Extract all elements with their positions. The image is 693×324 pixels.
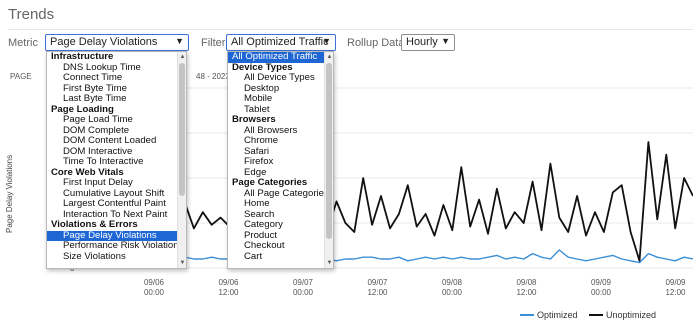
filter-group-header: Browsers (232, 114, 276, 125)
filter-option[interactable]: Checkout (228, 240, 333, 252)
filter-option[interactable]: Mobile (228, 93, 333, 105)
x-tick-label: 09/06 (218, 278, 239, 287)
x-tick-label: 09/08 (442, 278, 463, 287)
filter-label: Filter (201, 37, 226, 49)
filter-dropdown-list[interactable]: All Optimized Traffic Device Types All Dev… (227, 51, 334, 269)
scrollbar-thumb[interactable] (179, 63, 185, 196)
x-axis-ticks: 09/0600:0009/0612:0009/0700:0009/0712:00… (144, 278, 686, 297)
page-title: Trends (8, 6, 55, 23)
chevron-down-icon: ▼ (441, 36, 450, 46)
x-tick-label: 09/09 (591, 278, 612, 287)
x-tick-label: 12:00 (516, 288, 537, 297)
metric-group-header: Infrastructure (51, 51, 114, 62)
metric-option[interactable]: Page Load Time (47, 114, 186, 126)
filter-option[interactable]: Firefox (228, 156, 333, 168)
legend-label-optimized: Optimized (537, 310, 578, 320)
chevron-down-icon: ▼ (322, 36, 331, 46)
x-tick-label: 12:00 (218, 288, 239, 297)
metric-dropdown-scrollbar[interactable]: ▲ ▼ (177, 52, 186, 268)
x-tick-label: 12:00 (665, 288, 686, 297)
x-tick-label: 09/06 (144, 278, 165, 287)
metric-group-header: Violations & Errors (51, 219, 138, 230)
filter-dropdown-scrollbar[interactable]: ▲ ▼ (324, 52, 333, 268)
metric-option[interactable]: Performance Risk Violations (47, 240, 186, 252)
filter-option[interactable]: All Optimized Traffic (228, 52, 333, 63)
filter-option[interactable]: Cart (228, 251, 333, 263)
legend-swatch-unoptimized (589, 314, 603, 316)
scroll-up-icon[interactable]: ▲ (178, 53, 186, 61)
filter-option[interactable]: Home (228, 198, 333, 210)
scroll-down-icon[interactable]: ▼ (178, 259, 186, 267)
x-tick-label: 00:00 (591, 288, 612, 297)
filter-option[interactable]: Chrome (228, 135, 333, 147)
filter-group-header: Page Categories (232, 177, 308, 188)
x-tick-label: 00:00 (144, 288, 165, 297)
legend-swatch-optimized (520, 314, 534, 316)
scroll-up-icon[interactable]: ▲ (325, 53, 333, 61)
rollup-select-value: Hourly (406, 36, 438, 48)
x-tick-label: 09/07 (367, 278, 388, 287)
metric-select-value: Page Delay Violations (50, 36, 158, 48)
metric-option[interactable]: Time To Interactive (47, 156, 186, 168)
x-tick-label: 09/09 (665, 278, 686, 287)
metric-options: Infrastructure DNS Lookup Time Connect Tim… (47, 52, 186, 262)
metric-label: Metric (8, 37, 38, 49)
filter-option[interactable]: All Device Types (228, 72, 333, 84)
filter-select[interactable]: All Optimized Traffic ▼ (226, 34, 336, 51)
x-tick-label: 12:00 (367, 288, 388, 297)
metric-select[interactable]: Page Delay Violations ▼ (45, 34, 189, 51)
rollup-select[interactable]: Hourly ▼ (401, 34, 455, 51)
filter-select-value: All Optimized Traffic (231, 36, 329, 48)
scrollbar-thumb[interactable] (326, 63, 332, 239)
rollup-label: Rollup Data (347, 37, 405, 49)
title-divider (8, 29, 693, 30)
metric-option[interactable]: Size Violations (47, 251, 186, 263)
metric-option[interactable]: DOM Content Loaded (47, 135, 186, 147)
y-axis-label: Page Delay Violations (5, 155, 14, 233)
metric-option[interactable]: Connect Time (47, 72, 186, 84)
x-tick-label: 00:00 (442, 288, 463, 297)
x-tick-label: 00:00 (293, 288, 314, 297)
metric-option[interactable]: Largest Contentful Paint (47, 198, 186, 210)
metric-option[interactable]: Last Byte Time (47, 93, 186, 105)
filter-options: All Optimized Traffic Device Types All Dev… (228, 52, 333, 262)
filter-option[interactable]: Category (228, 219, 333, 231)
metric-dropdown-list[interactable]: Infrastructure DNS Lookup Time Connect Tim… (46, 51, 187, 269)
metric-option[interactable]: First Input Delay (47, 177, 186, 189)
chart-header-left: PAGE (10, 72, 32, 81)
x-tick-label: 09/08 (516, 278, 537, 287)
x-tick-label: 09/07 (293, 278, 314, 287)
scroll-down-icon[interactable]: ▼ (325, 259, 333, 267)
legend-label-unoptimized: Unoptimized (606, 310, 657, 320)
chevron-down-icon: ▼ (175, 36, 184, 46)
